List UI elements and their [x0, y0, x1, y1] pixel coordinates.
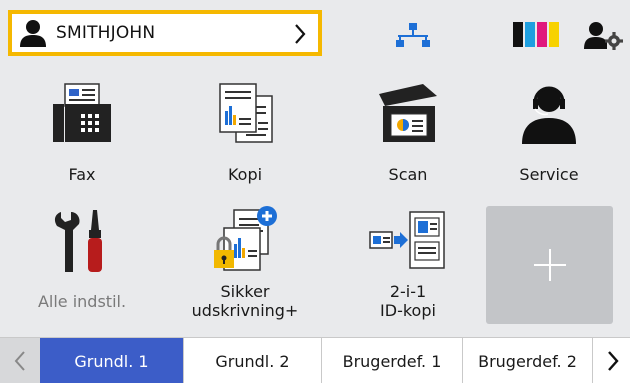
scan-label: Scan	[388, 165, 428, 184]
service-tile[interactable]: Service	[479, 70, 619, 190]
fax-tile[interactable]: Fax	[12, 70, 152, 190]
ink-cyan	[525, 22, 535, 47]
secure-print-icon	[214, 206, 277, 271]
user-name: SMITHJOHN	[56, 23, 156, 43]
ink-level-icon[interactable]	[513, 22, 561, 47]
scan-icon	[379, 84, 437, 142]
network-icon[interactable]	[394, 22, 432, 48]
chevron-right-icon	[608, 351, 619, 371]
tab-bar: Grundl. 1 Grundl. 2 Brugerdef. 1 Brugerd…	[0, 337, 630, 383]
copy-label: Kopi	[227, 165, 263, 184]
plus-icon	[534, 249, 566, 281]
secure-print-label-line2: udskrivning+	[191, 301, 299, 320]
id-copy-label: 2-i-1 ID-kopi	[338, 282, 478, 320]
id-copy-label-line1: 2-i-1	[389, 282, 427, 301]
ink-black	[513, 22, 523, 47]
tab-brugerdef-2[interactable]: Brugerdef. 2	[462, 338, 592, 383]
tab-brugerdef-1[interactable]: Brugerdef. 1	[321, 338, 462, 383]
all-settings-tile[interactable]: Alle indstil.	[12, 200, 152, 325]
secure-print-label-line1: Sikker	[220, 282, 270, 301]
admin-settings-icon[interactable]	[584, 20, 624, 50]
all-settings-label: Alle indstil.	[37, 292, 127, 311]
copy-icon	[219, 83, 273, 143]
settings-tools-icon	[54, 210, 102, 272]
scan-tile[interactable]: Scan	[338, 70, 478, 190]
user-account-button[interactable]: SMITHJOHN	[8, 10, 322, 56]
copy-tile[interactable]: Kopi	[175, 70, 315, 190]
service-label: Service	[519, 165, 579, 184]
id-copy-label-line2: ID-kopi	[380, 301, 436, 320]
tab-scroll-left-button[interactable]	[0, 338, 40, 383]
tab-grundl-1[interactable]: Grundl. 1	[40, 338, 183, 383]
chevron-right-icon	[295, 24, 306, 44]
chevron-left-icon	[14, 351, 25, 371]
add-shortcut-button[interactable]	[486, 206, 613, 324]
ink-magenta	[537, 22, 547, 47]
id-copy-icon	[369, 211, 445, 269]
status-bar: SMITHJOHN	[0, 0, 630, 62]
ink-yellow	[549, 22, 559, 47]
id-copy-tile[interactable]: 2-i-1 ID-kopi	[338, 200, 478, 325]
secure-print-label: Sikker udskrivning+	[175, 282, 315, 320]
tab-grundl-2[interactable]: Grundl. 2	[183, 338, 321, 383]
service-icon	[522, 86, 576, 144]
tab-scroll-right-button[interactable]	[592, 338, 630, 383]
secure-print-tile[interactable]: Sikker udskrivning+	[175, 200, 315, 325]
fax-icon	[53, 83, 111, 142]
user-icon	[20, 20, 46, 47]
fax-label: Fax	[68, 165, 96, 184]
